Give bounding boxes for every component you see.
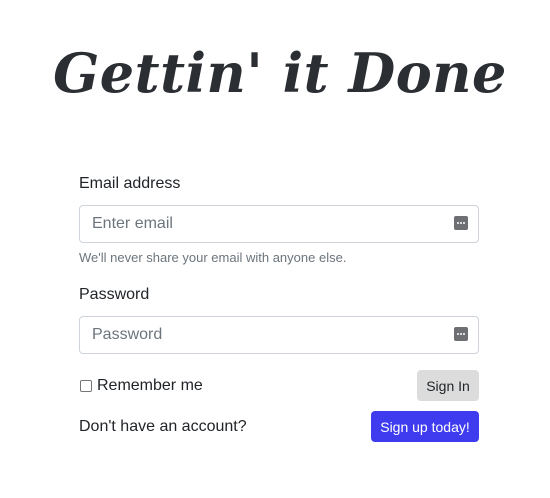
email-label: Email address — [79, 175, 181, 192]
sign-in-button[interactable]: Sign In — [417, 370, 479, 401]
sign-up-button[interactable]: Sign up today! — [371, 411, 479, 442]
app-logo: Gettin' it Done — [53, 41, 507, 105]
remember-me-checkbox[interactable] — [80, 379, 92, 392]
login-form: Email address We'll never share your ema… — [79, 174, 479, 442]
password-manager-icon[interactable] — [454, 216, 468, 230]
signup-prompt: Don't have an account? — [79, 417, 247, 435]
password-label: Password — [79, 286, 150, 303]
login-page: Gettin' it Done Email address We'll neve… — [0, 0, 550, 498]
signup-row: Don't have an account? Sign up today! — [79, 411, 479, 442]
remember-me-label[interactable]: Remember me — [97, 377, 203, 395]
email-input[interactable] — [79, 205, 479, 243]
password-input[interactable] — [79, 316, 479, 354]
email-field-wrapper — [79, 205, 479, 243]
password-field-wrapper — [79, 316, 479, 354]
email-help-text: We'll never share your email with anyone… — [79, 250, 347, 265]
signin-row: Remember me Sign In — [79, 370, 479, 401]
remember-me: Remember me — [79, 377, 203, 395]
password-manager-icon[interactable] — [454, 327, 468, 341]
